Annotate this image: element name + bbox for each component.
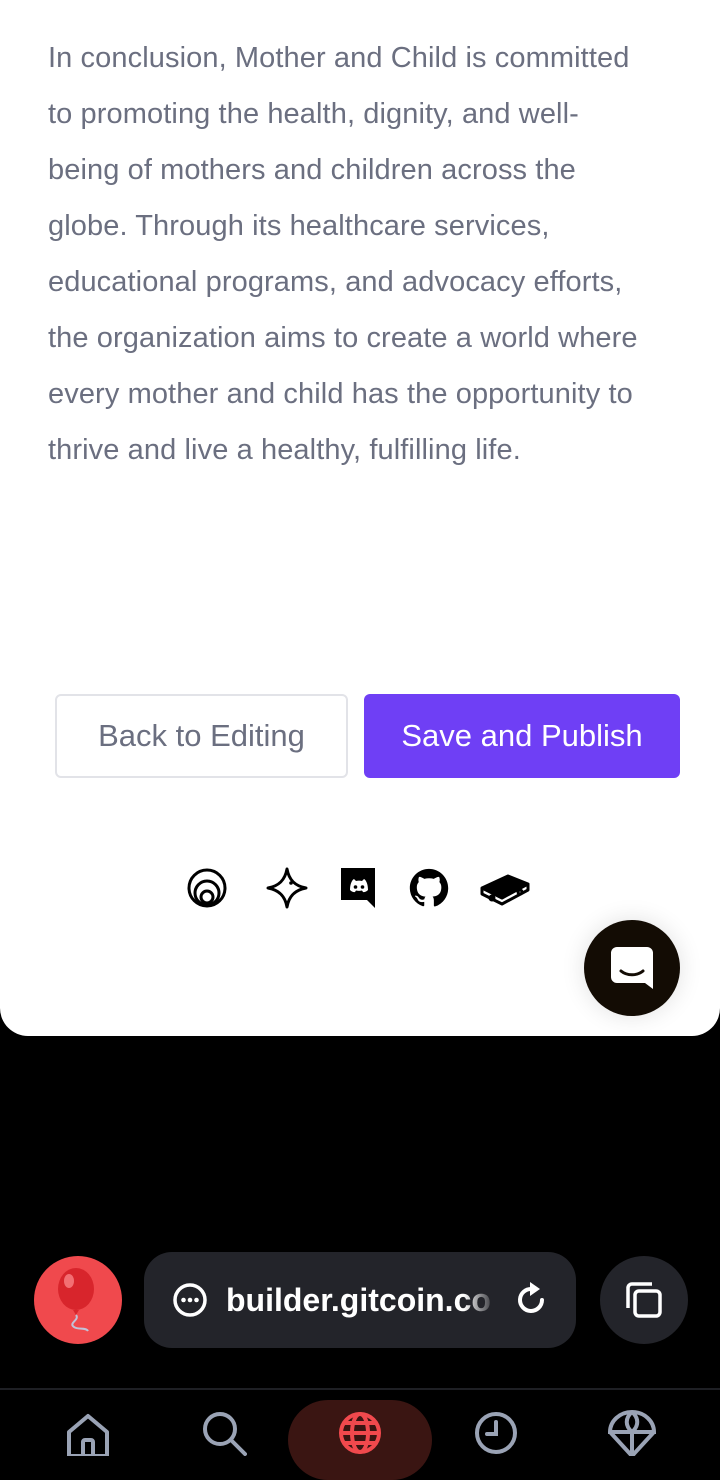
chat-icon bbox=[611, 947, 653, 989]
project-preview-card: In conclusion, Mother and Child is commi… bbox=[0, 0, 720, 1036]
reload-icon[interactable] bbox=[514, 1280, 550, 1320]
support-chat-button[interactable] bbox=[584, 920, 680, 1016]
parachute-icon bbox=[607, 1410, 657, 1456]
history-icon bbox=[475, 1412, 517, 1454]
nav-airdrop[interactable] bbox=[560, 1390, 704, 1456]
tabs-button[interactable] bbox=[600, 1256, 688, 1344]
gitcoin-icon[interactable] bbox=[183, 864, 231, 912]
balloon-icon bbox=[58, 1268, 94, 1332]
search-icon bbox=[203, 1412, 247, 1456]
docs-book-icon[interactable] bbox=[480, 864, 530, 912]
tabs-icon bbox=[626, 1282, 662, 1318]
nav-home[interactable] bbox=[16, 1390, 160, 1456]
bottom-navigation bbox=[0, 1390, 720, 1480]
nav-search[interactable] bbox=[152, 1390, 296, 1456]
url-text: builder.gitcoin.co bbox=[226, 1281, 491, 1318]
globe-icon bbox=[339, 1412, 381, 1454]
social-links bbox=[180, 864, 540, 912]
balloon-button[interactable] bbox=[34, 1256, 122, 1344]
nav-history[interactable] bbox=[424, 1390, 568, 1454]
save-and-publish-button[interactable]: Save and Publish bbox=[364, 694, 680, 778]
discord-icon[interactable] bbox=[335, 864, 383, 912]
sparkle-icon[interactable] bbox=[263, 864, 311, 912]
site-info-icon[interactable] bbox=[172, 1282, 208, 1318]
nav-browser[interactable] bbox=[288, 1390, 432, 1454]
conclusion-paragraph: In conclusion, Mother and Child is commi… bbox=[48, 42, 638, 466]
github-icon[interactable] bbox=[405, 864, 453, 912]
back-to-editing-button[interactable]: Back to Editing bbox=[55, 694, 348, 778]
address-bar[interactable]: builder.gitcoin.co bbox=[144, 1252, 576, 1348]
home-icon bbox=[67, 1414, 109, 1456]
